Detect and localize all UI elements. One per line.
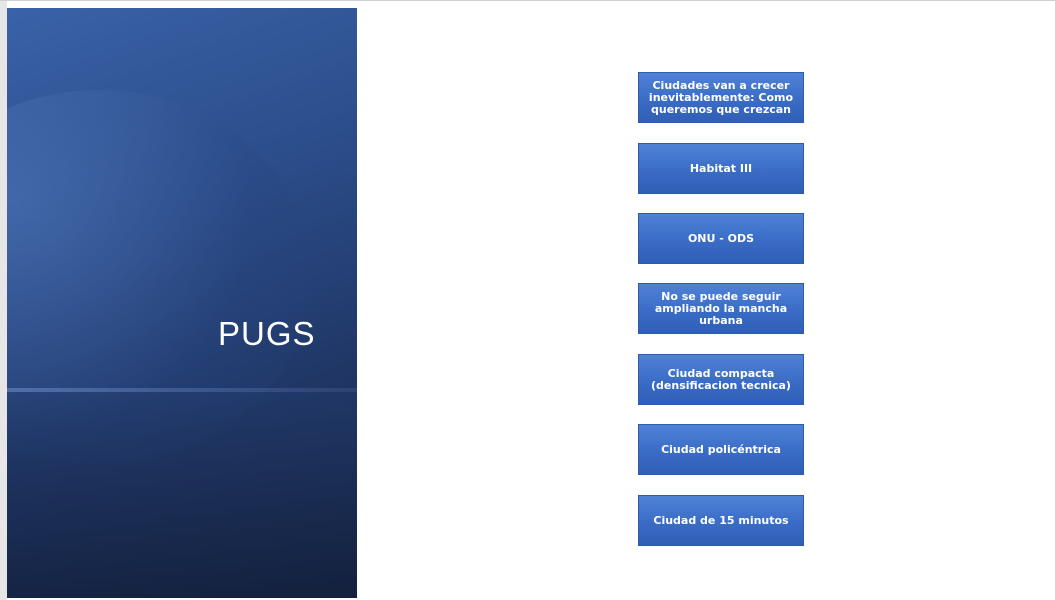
slide-title[interactable]: PUGS	[218, 315, 316, 353]
flow-box-onu-ods[interactable]: ONU - ODS	[638, 213, 804, 264]
flow-box-crecimiento[interactable]: Ciudades van a crecer inevitablemente: C…	[638, 72, 804, 123]
flow-box-mancha-urbana[interactable]: No se puede seguir ampliando la mancha u…	[638, 283, 804, 334]
flow-box-habitat[interactable]: Habitat III	[638, 143, 804, 194]
slide-canvas: PUGS Ciudades van a crecer inevitablemen…	[0, 0, 1055, 600]
title-panel	[7, 8, 357, 598]
flow-box-ciudad-compacta[interactable]: Ciudad compacta (densificacion tecnica)	[638, 354, 804, 405]
slide-left-edge	[0, 1, 7, 600]
decorative-band	[7, 392, 357, 598]
flow-box-policentrica[interactable]: Ciudad policéntrica	[638, 424, 804, 475]
flow-box-15-minutos[interactable]: Ciudad de 15 minutos	[638, 495, 804, 546]
